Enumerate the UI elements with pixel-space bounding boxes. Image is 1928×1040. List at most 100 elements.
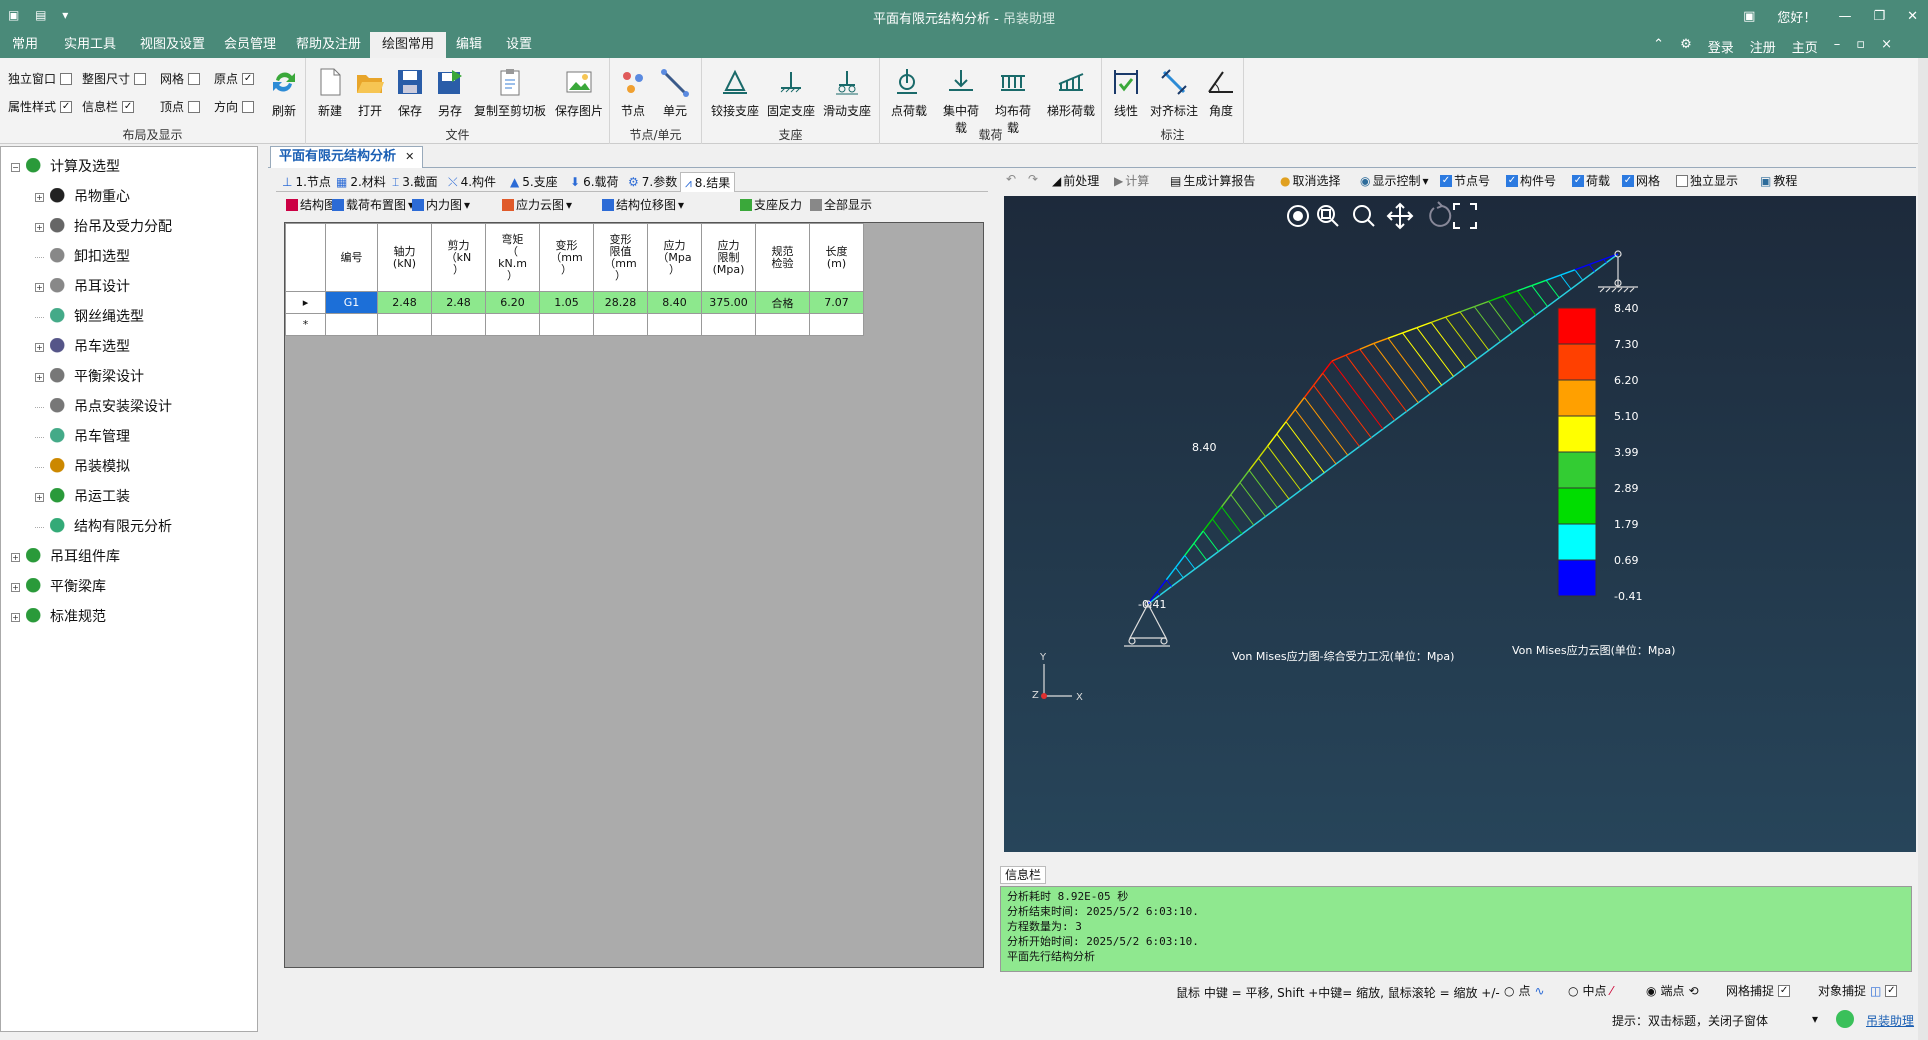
table-cell[interactable]: 6.20 bbox=[485, 291, 540, 314]
vertical-scrollbar[interactable] bbox=[1918, 58, 1928, 1040]
save-button[interactable]: 保存 bbox=[394, 66, 426, 119]
login-link[interactable]: 登录 bbox=[1708, 37, 1734, 56]
view-mode-icon[interactable] bbox=[1287, 205, 1309, 227]
subtab[interactable]: ⩘ 8.结果 bbox=[680, 172, 736, 192]
subtab[interactable]: ⚙ 7.参数 bbox=[624, 172, 681, 192]
column-header[interactable]: 剪力 （kN ） bbox=[431, 223, 486, 292]
option-property-style[interactable]: 属性样式 ✓ bbox=[8, 98, 73, 115]
save-image-button[interactable]: 保存图片 bbox=[554, 66, 604, 119]
tree-item[interactable]: − 计算及选型 bbox=[11, 155, 120, 179]
option-direction[interactable]: 方向 bbox=[214, 98, 255, 115]
generate-report-button[interactable]: ▤ 生成计算报告 bbox=[1170, 172, 1255, 189]
tab-membership[interactable]: 会员管理 bbox=[212, 32, 288, 58]
option-vertex[interactable]: 顶点 bbox=[160, 98, 201, 115]
zoom-icon[interactable] bbox=[1353, 205, 1375, 227]
option-standalone-window[interactable]: 独立窗口 bbox=[8, 70, 73, 87]
linear-dimension-button[interactable]: 线性 bbox=[1108, 66, 1144, 119]
table-cell[interactable]: 28.28 bbox=[593, 291, 648, 314]
option-origin[interactable]: 原点 ✓ bbox=[214, 70, 255, 87]
tree-item[interactable]: + 标准规范 bbox=[11, 605, 106, 629]
tab-view-settings[interactable]: 视图及设置 bbox=[128, 32, 217, 58]
member-number-toggle[interactable]: ✓ 构件号 bbox=[1506, 172, 1556, 189]
snap-midpoint-option[interactable]: ○ 中点 ⁄ bbox=[1568, 982, 1613, 999]
object-snap-toggle[interactable]: 对象捕捉 ◫ ✓ bbox=[1818, 982, 1898, 999]
result-tool-button[interactable]: 支座反力 bbox=[740, 196, 802, 213]
refresh-button[interactable]: 刷新 bbox=[268, 66, 300, 119]
tree-item[interactable]: 吊装模拟 bbox=[35, 455, 130, 479]
cancel-selection-button[interactable]: ● 取消选择 bbox=[1280, 172, 1341, 189]
table-cell[interactable] bbox=[485, 313, 540, 336]
expand-icon[interactable]: + bbox=[11, 612, 20, 622]
subtab[interactable]: ▦ 2.材料 bbox=[332, 172, 390, 192]
table-cell[interactable]: 2.48 bbox=[431, 291, 486, 314]
table-cell[interactable]: 合格 bbox=[755, 291, 810, 314]
column-header[interactable]: 弯矩 （ kN.m ） bbox=[485, 223, 540, 292]
grid-snap-toggle[interactable]: 网格捕捉 ✓ bbox=[1726, 982, 1791, 999]
result-tool-button[interactable]: 内力图 ▾ bbox=[412, 196, 470, 213]
angle-dimension-button[interactable]: 角度 bbox=[1204, 66, 1238, 119]
table-cell[interactable] bbox=[809, 313, 864, 336]
table-cell[interactable]: 1.05 bbox=[539, 291, 594, 314]
column-header[interactable]: 编号 bbox=[325, 223, 378, 292]
result-tool-button[interactable]: 应力云图 ▾ bbox=[502, 196, 572, 213]
snap-endpoint-option[interactable]: ◉ 端点 ⟲ bbox=[1646, 982, 1699, 999]
chevron-down-icon[interactable]: ▾ bbox=[1812, 1012, 1818, 1026]
minimize-button[interactable]: — bbox=[1838, 9, 1851, 24]
table-cell[interactable] bbox=[647, 313, 702, 336]
grid-toggle[interactable]: ✓ 网格 bbox=[1622, 172, 1660, 189]
point-load-button[interactable]: 点荷载 bbox=[886, 66, 932, 119]
tree-item[interactable]: + 吊运工装 bbox=[35, 485, 130, 509]
tree-item[interactable]: 吊点安装梁设计 bbox=[35, 395, 172, 419]
aligned-dimension-button[interactable]: 对齐标注 bbox=[1148, 66, 1200, 119]
ribbon-close-icon[interactable]: × bbox=[1881, 37, 1892, 56]
undo-icon[interactable]: ↶ bbox=[1006, 172, 1016, 186]
expand-icon[interactable]: + bbox=[35, 342, 44, 352]
tree-item[interactable]: + 吊耳组件库 bbox=[11, 545, 120, 569]
column-header[interactable]: 变形 （mm ） bbox=[539, 223, 594, 292]
tree-line-icon[interactable] bbox=[35, 406, 44, 408]
node-button[interactable]: 节点 bbox=[616, 66, 650, 119]
result-tool-button[interactable]: 全部显示 bbox=[810, 196, 872, 213]
copy-clipboard-button[interactable]: 复制至剪切板 bbox=[474, 66, 546, 119]
compute-button[interactable]: ▶ 计算 bbox=[1114, 172, 1149, 189]
load-toggle[interactable]: ✓ 荷载 bbox=[1572, 172, 1610, 189]
subtab[interactable]: ⤬ 4.构件 bbox=[444, 172, 500, 192]
expand-icon[interactable]: + bbox=[35, 492, 44, 502]
expand-icon[interactable]: + bbox=[11, 552, 20, 562]
tree-item[interactable]: + 吊物重心 bbox=[35, 185, 130, 209]
tree-line-icon[interactable] bbox=[35, 256, 44, 258]
table-cell[interactable] bbox=[377, 313, 432, 336]
table-row[interactable]: ▸ G1 2.48 2.48 6.20 1.05 28.28 8.40 375.00 合格 7.07 bbox=[285, 291, 864, 314]
subtab[interactable]: ⊥ 1.节点 bbox=[278, 172, 335, 192]
tree-line-icon[interactable] bbox=[35, 436, 44, 438]
tree-item[interactable]: + 抬吊及受力分配 bbox=[35, 215, 172, 239]
table-cell[interactable]: 2.48 bbox=[377, 291, 432, 314]
result-tool-button[interactable]: 载荷布置图▾ bbox=[332, 196, 414, 213]
rotate-icon[interactable] bbox=[1429, 201, 1452, 227]
tab-common[interactable]: 常用 bbox=[0, 32, 50, 58]
tree-item[interactable]: 钢丝绳选型 bbox=[35, 305, 144, 329]
document-tab[interactable]: 平面有限元结构分析 ✕ bbox=[270, 146, 424, 168]
fixed-support-button[interactable]: 固定支座 bbox=[766, 66, 816, 119]
tools-icon[interactable]: ⚙ bbox=[1680, 37, 1692, 56]
ribbon-restore-icon[interactable]: ▫ bbox=[1856, 37, 1865, 56]
sliding-support-button[interactable]: 滑动支座 bbox=[822, 66, 872, 119]
expand-icon[interactable]: + bbox=[35, 222, 44, 232]
tree-item[interactable]: 结构有限元分析 bbox=[35, 515, 172, 539]
table-cell[interactable] bbox=[701, 313, 756, 336]
subtab[interactable]: ⬇ 6.载荷 bbox=[566, 172, 623, 192]
preprocess-button[interactable]: ◢ 前处理 bbox=[1052, 172, 1099, 189]
table-cell[interactable]: G1 bbox=[325, 291, 378, 314]
option-grid[interactable]: 网格 bbox=[160, 70, 201, 87]
column-header[interactable]: 规范 检验 bbox=[755, 223, 810, 292]
tree-line-icon[interactable] bbox=[35, 526, 44, 528]
display-control-button[interactable]: ◉ 显示控制 ▾ bbox=[1360, 172, 1429, 189]
tree-item[interactable]: + 吊车选型 bbox=[35, 335, 130, 359]
tab-tools[interactable]: 实用工具 bbox=[52, 32, 128, 58]
tab-edit[interactable]: 编辑 bbox=[444, 32, 494, 58]
tree-item[interactable]: + 吊耳设计 bbox=[35, 275, 130, 299]
subtab[interactable]: ⌶ 3.截面 bbox=[388, 172, 442, 192]
column-header[interactable]: 轴力 (kN) bbox=[377, 223, 432, 292]
standalone-display-toggle[interactable]: 独立显示 bbox=[1676, 172, 1738, 189]
expand-icon[interactable]: + bbox=[35, 372, 44, 382]
